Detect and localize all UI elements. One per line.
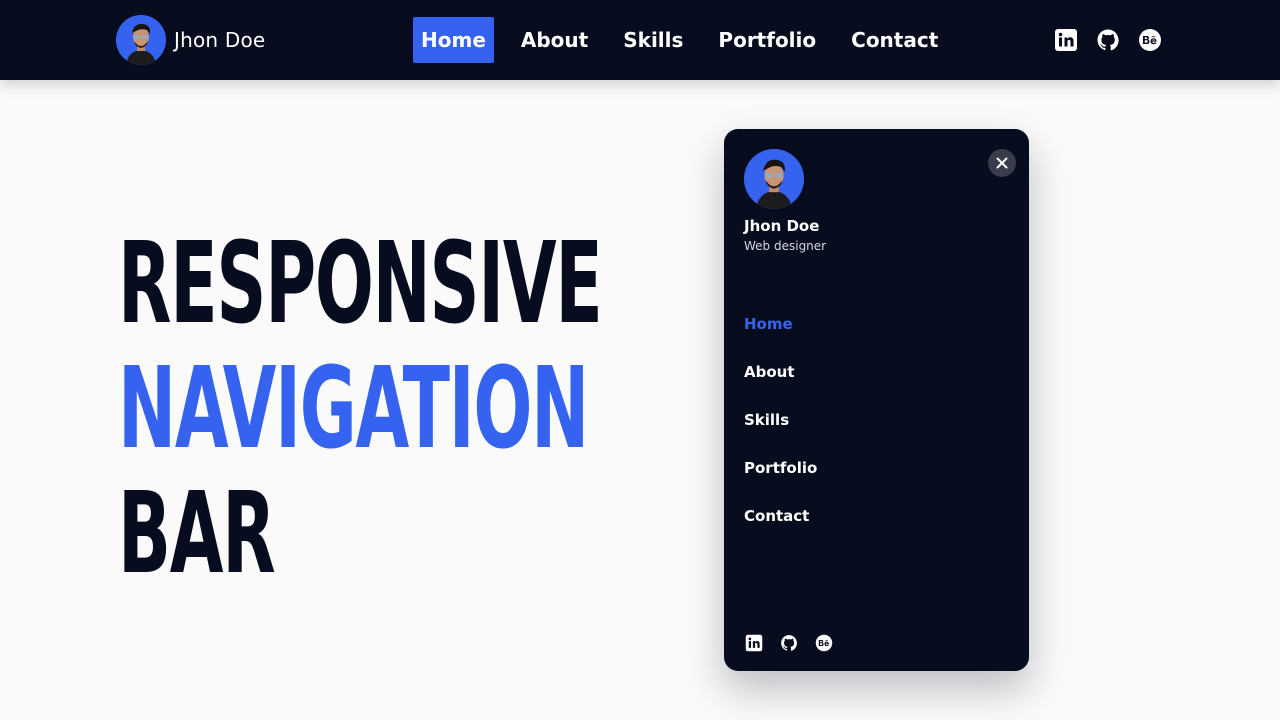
social-links	[1054, 28, 1162, 52]
mobile-social-links	[745, 634, 850, 652]
behance-icon[interactable]	[1138, 28, 1162, 52]
mobile-avatar	[744, 149, 804, 209]
hero-line-navigation: NAVIGATION	[118, 344, 589, 474]
top-navbar: Jhon Doe Home About Skills Portfolio Con…	[0, 0, 1280, 80]
nav-skills[interactable]: Skills	[615, 17, 691, 63]
github-icon[interactable]	[1096, 28, 1120, 52]
mobile-nav-portfolio[interactable]: Portfolio	[744, 453, 817, 483]
linkedin-icon[interactable]	[745, 634, 763, 652]
mobile-menu-card: Jhon Doe Web designer Home About Skills …	[724, 129, 1029, 671]
nav-portfolio[interactable]: Portfolio	[710, 17, 824, 63]
brand-name: Jhon Doe	[174, 28, 266, 52]
nav-about[interactable]: About	[513, 17, 596, 63]
hero-line-responsive: RESPONSIVE	[118, 219, 603, 349]
mobile-nav-contact[interactable]: Contact	[744, 501, 817, 531]
mobile-nav: Home About Skills Portfolio Contact	[744, 309, 817, 549]
linkedin-icon[interactable]	[1054, 28, 1078, 52]
main-nav: Home About Skills Portfolio Contact	[413, 17, 946, 63]
nav-contact[interactable]: Contact	[843, 17, 946, 63]
avatar	[116, 15, 166, 65]
avatar-photo	[116, 15, 166, 65]
brand[interactable]: Jhon Doe	[116, 15, 265, 65]
mobile-profile-role: Web designer	[744, 239, 827, 253]
mobile-nav-home[interactable]: Home	[744, 309, 817, 339]
nav-home[interactable]: Home	[413, 17, 494, 63]
avatar-photo	[744, 149, 804, 209]
mobile-profile-name: Jhon Doe	[744, 217, 820, 235]
behance-icon[interactable]	[815, 634, 833, 652]
github-icon[interactable]	[780, 634, 798, 652]
mobile-nav-skills[interactable]: Skills	[744, 405, 817, 435]
close-button[interactable]	[988, 149, 1016, 177]
mobile-nav-about[interactable]: About	[744, 357, 817, 387]
hero-line-bar: BAR	[118, 469, 276, 599]
close-icon	[996, 157, 1008, 169]
